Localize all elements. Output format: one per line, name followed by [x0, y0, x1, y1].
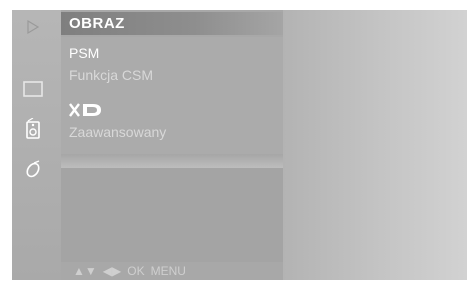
menu-item-advanced[interactable]: Zaawansowany — [69, 124, 166, 140]
speaker-icon[interactable] — [22, 118, 44, 140]
screen-icon[interactable] — [22, 78, 44, 100]
menu-title: OBRAZ — [61, 12, 283, 35]
info-box — [61, 168, 283, 262]
sidebar — [12, 10, 61, 280]
xd-logo-icon[interactable] — [69, 103, 103, 117]
menu-item-psm[interactable]: PSM — [69, 45, 99, 61]
menu-item-csm[interactable]: Funkcja CSM — [69, 67, 153, 83]
play-icon[interactable] — [22, 16, 44, 38]
menu-list: PSM Funkcja CSM Zaawansowany — [61, 37, 283, 154]
updown-arrows-icon: ▲▼ — [73, 264, 97, 278]
nav-hint: ▲▼ ◀▶ OK MENU — [61, 262, 283, 280]
right-area — [283, 10, 467, 280]
osd-screen: OBRAZ PSM Funkcja CSM Zaawansowany ▲▼ ◀▶… — [12, 10, 467, 280]
satellite-icon[interactable] — [22, 158, 44, 180]
menu-label: MENU — [150, 264, 186, 278]
menu-panel: OBRAZ PSM Funkcja CSM Zaawansowany ▲▼ ◀▶… — [61, 10, 283, 280]
leftright-arrows-icon: ◀▶ — [102, 264, 122, 278]
ok-label: OK — [127, 264, 145, 278]
separator — [61, 154, 283, 168]
